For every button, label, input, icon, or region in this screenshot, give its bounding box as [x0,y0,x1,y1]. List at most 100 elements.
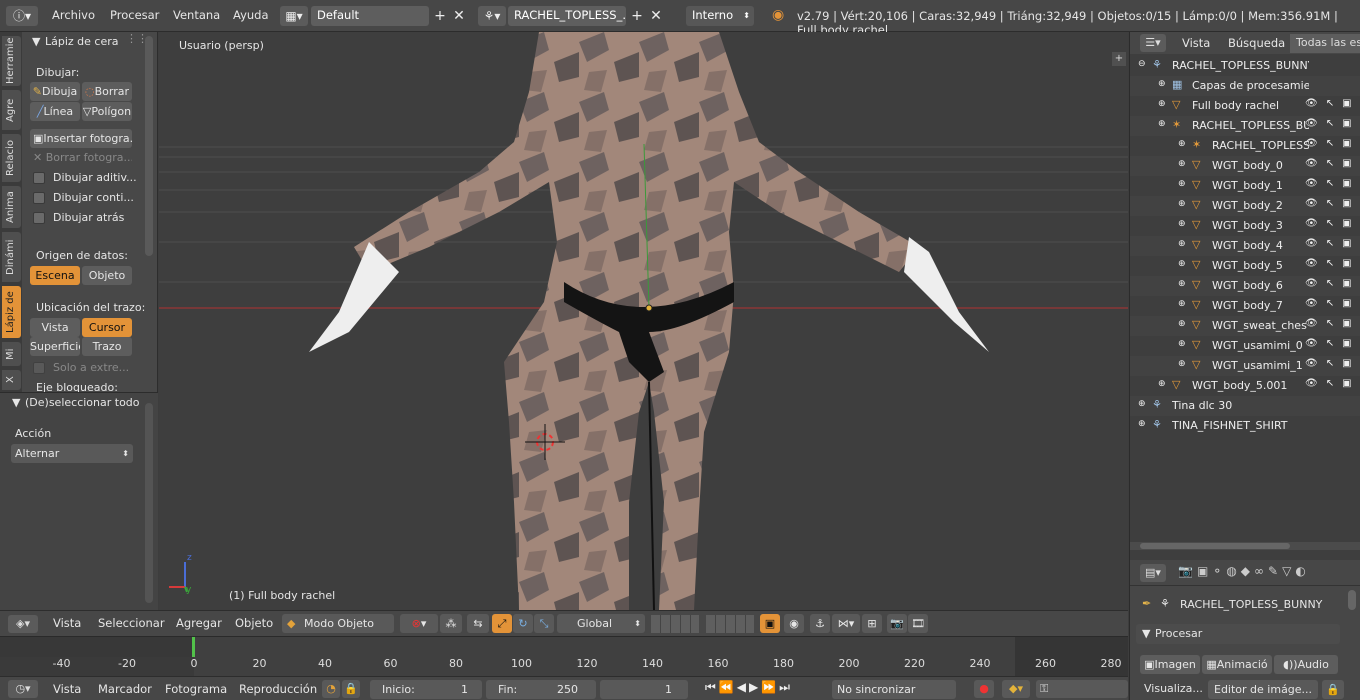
expand-sidebar-icon[interactable]: + [1112,52,1126,66]
tab-tools[interactable]: Herramie [2,36,21,86]
visibility-toggles-icon[interactable]: 👁↖▣ [1305,258,1360,269]
render-audio-button[interactable]: ◖))Audio [1274,655,1338,674]
additive-checkbox[interactable] [33,172,45,184]
insert-frame-button[interactable]: ▣Insertar fotogra... [30,129,132,148]
tab-misc[interactable]: Mi [2,342,21,366]
pin-icon[interactable]: ✒ [1142,597,1151,610]
draw-button[interactable]: ✎Dibuja [30,82,80,101]
visibility-toggles-icon[interactable]: 👁↖▣ [1305,218,1360,229]
menu-add[interactable]: Agregar [176,616,222,630]
lock-range-icon[interactable]: 🔒 [342,680,360,698]
timeline-editor-icon[interactable]: ◷▾ [8,680,38,698]
pivot-icon[interactable]: ⁂ [440,614,462,633]
line-button[interactable]: ╱Línea [30,102,80,121]
mode-select[interactable]: ◆ Modo Objeto [282,614,394,633]
menu-select[interactable]: Seleccionar [98,616,165,630]
current-frame-marker[interactable] [192,637,195,657]
tab-x[interactable]: X [2,370,21,390]
tl-menu-view[interactable]: Vista [53,682,81,696]
visibility-toggles-icon[interactable]: 👁↖▣ [1305,278,1360,289]
end-frame-field[interactable]: Fin: 250 [486,680,596,699]
expand-icon[interactable]: ⊕ [1178,299,1186,309]
render-image-button[interactable]: ▣Imagen [1140,655,1200,674]
outliner-row[interactable]: ⊕ ▽ WGT_body_0 👁↖▣ [1130,156,1360,176]
remove-layout-icon[interactable]: ✕ [449,6,469,26]
tl-menu-marker[interactable]: Marcador [98,682,152,696]
menu-help[interactable]: Ayuda [233,8,269,22]
timeline-area[interactable]: -40 -20 0 20 40 60 80 100 120 140 160 180 200 220 240 2… [0,636,1128,677]
outliner-row[interactable]: ⊕ ▽ WGT_body_2 👁↖▣ [1130,196,1360,216]
menu-window[interactable]: Ventana [173,8,220,22]
outliner-row[interactable]: ⊕ ▽ WGT_body_1 👁↖▣ [1130,176,1360,196]
expand-icon[interactable]: ⊕ [1178,219,1186,229]
menu-file[interactable]: Archivo [52,8,95,22]
outliner-tab-view[interactable]: Vista [1182,36,1210,50]
screen-layout-field[interactable]: Default [311,6,429,26]
expand-icon[interactable]: ⊕ [1138,419,1146,429]
expand-icon[interactable]: ⊕ [1158,379,1166,389]
outliner-row[interactable]: ⊖ ⚘ RACHEL_TOPLESS_BUNNY [1130,56,1360,76]
outliner-hscroll-thumb[interactable] [1140,543,1290,549]
rotate-icon[interactable]: ↻ [513,614,533,633]
render-engine-select[interactable]: Interno ⬍ [686,6,754,26]
3d-viewport[interactable]: z y Usuario (persp) (1) Full body rachel… [159,32,1128,610]
lock-camera-icon[interactable]: ▣ [760,614,780,633]
poly-button[interactable]: ▽Polígon [82,102,132,121]
collapse-icon[interactable]: ▼ [32,35,40,48]
visibility-toggles-icon[interactable]: 👁↖▣ [1305,338,1360,349]
layout-icon[interactable]: ▦▾ [280,6,308,26]
display-mode-select[interactable]: Todas las esc [1290,34,1360,53]
lock-icon[interactable]: 🔒 [1322,680,1344,699]
properties-editor-icon[interactable]: ▤▾ [1140,564,1166,582]
keying-icon[interactable]: ◆▾ [1002,680,1030,698]
snap-icon[interactable]: ⚓ [810,614,830,633]
outliner-row[interactable]: ⊕ ▽ WGT_body_5.001 👁↖▣ [1130,376,1360,396]
info-editor-icon[interactable]: ⓘ▾ [6,6,38,26]
only-extreme-checkbox[interactable] [33,362,45,374]
tab-grease-pencil[interactable]: Lápiz de [2,286,21,338]
expand-icon[interactable]: ⊕ [1178,259,1186,269]
snap-element-icon[interactable]: ⋈▾ [832,614,860,633]
outliner-row[interactable]: ⊕ ▽ WGT_body_7 👁↖▣ [1130,296,1360,316]
expand-icon[interactable]: ⊕ [1158,119,1166,129]
outliner-row[interactable]: ⊕ ✶ RACHEL_TOPLESS 👁↖▣ [1130,136,1360,156]
visibility-toggles-icon[interactable]: 👁↖▣ [1305,238,1360,249]
orientation-select[interactable]: Global ⬍ [557,614,645,633]
preview-range-icon[interactable]: ◔ [322,680,340,698]
visibility-toggles-icon[interactable]: 👁↖▣ [1305,178,1360,189]
continuous-checkbox[interactable] [33,192,45,204]
outliner-row[interactable]: ⊕ ⚘ TINA_FISHNET_SHIRT [1130,416,1360,436]
action-select[interactable]: Alternar ⬍ [11,444,133,463]
layers-grid-b[interactable] [706,615,754,633]
expand-icon[interactable]: ⊕ [1178,139,1186,149]
visibility-toggles-icon[interactable]: 👁↖▣ [1305,158,1360,169]
delete-frame-button[interactable]: ✕ Borrar fotogra... [30,148,132,167]
manipulator-toggle-icon[interactable]: ⇆ [467,614,489,633]
visibility-toggles-icon[interactable]: 👁↖▣ [1305,98,1360,109]
layers-grid-a[interactable] [651,615,699,633]
tab-relations[interactable]: Relacio [2,134,21,182]
display-select[interactable]: Editor de imáge... [1208,680,1318,699]
outliner-row[interactable]: ⊕ ▽ WGT_body_3 👁↖▣ [1130,216,1360,236]
outliner-row[interactable]: ⊕ ▽ WGT_body_5 👁↖▣ [1130,256,1360,276]
remove-scene-icon[interactable]: ✕ [646,6,666,26]
visibility-toggles-icon[interactable]: 👁↖▣ [1305,318,1360,329]
source-scene-button[interactable]: Escena [30,266,80,285]
tab-physics[interactable]: Dinámi [2,232,21,282]
tl-menu-frame[interactable]: Fotograma [165,682,227,696]
outliner-row[interactable]: ⊕ ▽ WGT_body_4 👁↖▣ [1130,236,1360,256]
scene-field[interactable]: RACHEL_TOPLESS_... [508,6,626,26]
place-cursor-button[interactable]: Cursor [82,318,132,337]
properties-scrollbar[interactable] [1348,590,1356,610]
visibility-toggles-icon[interactable]: 👁↖▣ [1305,358,1360,369]
operator-scrollbar[interactable] [145,403,153,603]
outliner-tab-search[interactable]: Búsqueda [1228,36,1285,50]
visibility-toggles-icon[interactable]: 👁↖▣ [1305,298,1360,309]
behind-checkbox[interactable] [33,212,45,224]
operator-collapse-icon[interactable]: ▼ [12,396,20,409]
properties-context-icons[interactable]: 📷▣⚬◍◆∞✎▽◐ [1178,564,1348,582]
outliner-row[interactable]: ⊕ ✶ RACHEL_TOPLESS_BU 👁↖▣ [1130,116,1360,136]
place-view-button[interactable]: Vista [30,318,80,337]
visibility-toggles-icon[interactable]: 👁↖▣ [1305,138,1360,149]
keying-set-icon[interactable]: ⚿ [1036,680,1128,698]
